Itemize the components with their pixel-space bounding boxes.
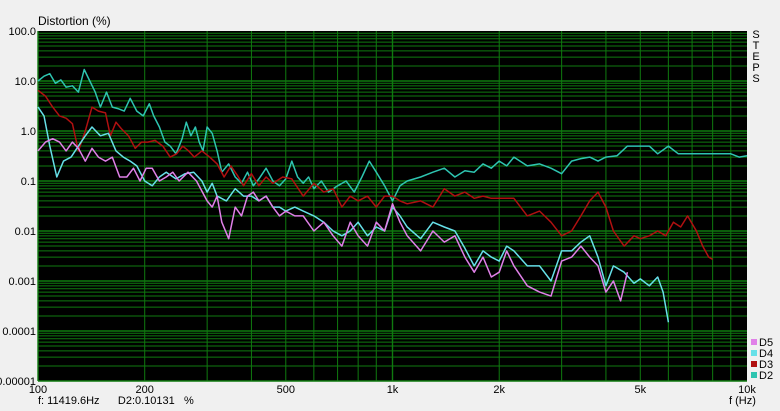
legend-label-d2: D2 (759, 370, 773, 382)
x-tick-label: 500 (277, 384, 295, 396)
legend-swatch-d4 (751, 350, 757, 356)
y-tick-label: 100.0 (8, 26, 36, 38)
y-tick-label: 10.0 (15, 76, 36, 88)
y-tick-label: 0.001 (8, 276, 36, 288)
x-tick-label: 5k (634, 384, 646, 396)
legend-swatch-d2 (751, 372, 757, 378)
legend-swatch-d3 (751, 361, 757, 367)
cursor-readout: f: 11419.6Hz D2:0.10131 % (38, 395, 194, 407)
x-axis-label: f (Hz) (729, 395, 756, 407)
legend: D5D4D3D2 (751, 337, 773, 382)
distortion-chart[interactable]: 100.010.01.00.10.010.0010.00010.00001 10… (0, 0, 780, 411)
legend-swatch-d5 (751, 339, 757, 345)
x-tick-label: 2k (493, 384, 505, 396)
y-tick-label: 0.0001 (2, 326, 36, 338)
y-tick-label: 0.1 (21, 176, 36, 188)
y-tick-label: 0.01 (15, 226, 36, 238)
y-tick-labels: 100.010.01.00.10.010.0010.00010.00001 (0, 26, 36, 388)
x-tick-label: 1k (387, 384, 399, 396)
y-tick-label: 1.0 (21, 126, 36, 138)
